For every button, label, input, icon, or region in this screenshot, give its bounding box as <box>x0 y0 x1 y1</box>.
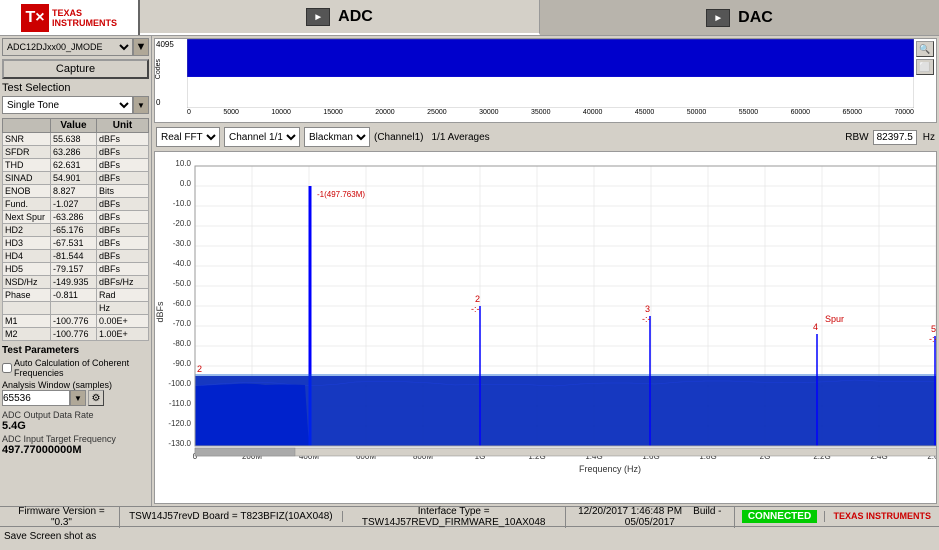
fft-type-select[interactable]: Real FFT <box>156 127 220 147</box>
device-dropdown-arrow[interactable]: ▼ <box>133 38 149 56</box>
auto-calc-checkbox[interactable] <box>2 363 12 373</box>
top-chart-yaxis: 4095 Codes 0 <box>155 39 187 108</box>
hd3-dash: -:- <box>642 314 651 324</box>
col-unit-header: Unit <box>97 119 149 133</box>
zoom-in-icon[interactable]: 🔍 <box>916 41 934 57</box>
hd3-annotation: 3 <box>645 304 650 314</box>
window-samples-label: Analysis Window (samples) <box>2 380 149 390</box>
metric-row: Phase-0.811Rad <box>3 289 149 302</box>
metric-row: NSD/Hz-149.935dBFs/Hz <box>3 276 149 289</box>
fundamental-annotation: -1(497.763M) <box>317 190 365 199</box>
connection-status: CONNECTED <box>735 511 825 522</box>
ti-logo: T× TEXAS INSTRUMENTS <box>0 0 140 35</box>
averages-label: 1/1 Averages <box>431 132 489 143</box>
svg-text:-50.0: -50.0 <box>173 279 192 288</box>
top-chart-plot <box>187 39 914 108</box>
metric-row: THD62.631dBFs <box>3 159 149 172</box>
hd2-dash1: -:- <box>471 304 480 314</box>
col-name-header <box>3 119 51 133</box>
metric-row: HD2-65.176dBFs <box>3 224 149 237</box>
test-params-title: Test Parameters <box>2 345 149 356</box>
data-rate-value: 5.4G <box>2 420 149 432</box>
channel-label: (Channel1) <box>374 132 423 143</box>
svg-text:-60.0: -60.0 <box>173 299 192 308</box>
tab-adc[interactable]: ▶ ADC <box>140 0 540 35</box>
interface-status: Interface Type = TSW14J57REVD_FIRMWARE_1… <box>343 506 566 528</box>
metrics-table: Value Unit SNR55.638dBFsSFDR63.286dBFsTH… <box>2 118 149 341</box>
hd4-annotation: 4 <box>813 322 818 332</box>
hd5-annotation: 5 <box>931 324 936 334</box>
test-type-arrow[interactable]: ▼ <box>133 96 149 114</box>
status-ti-logo: TEXAS INSTRUMENTS <box>825 511 935 522</box>
svg-text:-120.0: -120.0 <box>168 419 191 428</box>
auto-calc: Auto Calculation of Coherent Frequencies <box>2 358 149 378</box>
svg-text:-80.0: -80.0 <box>173 339 192 348</box>
metric-row: HD3-67.531dBFs <box>3 237 149 250</box>
metric-row: SNR55.638dBFs <box>3 133 149 146</box>
tab-dac[interactable]: ▶ DAC <box>540 0 939 35</box>
spectrum-svg: 10.0 0.0 -10.0 -20.0 -30.0 -40.0 -50.0 -… <box>155 152 936 503</box>
metric-row: SFDR63.286dBFs <box>3 146 149 159</box>
test-selection-label: Test Selection <box>2 82 149 94</box>
svg-text:-90.0: -90.0 <box>173 359 192 368</box>
svg-text:-100.0: -100.0 <box>168 379 191 388</box>
channel-select[interactable]: Channel 1/1 <box>224 127 300 147</box>
spur-label: Spur <box>825 314 844 324</box>
svg-text:-40.0: -40.0 <box>173 259 192 268</box>
svg-text:-20.0: -20.0 <box>173 219 192 228</box>
spectrum-container: 10.0 0.0 -10.0 -20.0 -30.0 -40.0 -50.0 -… <box>154 151 937 504</box>
test-type-select[interactable]: Single Tone <box>2 96 133 114</box>
capture-button[interactable]: Capture <box>2 59 149 79</box>
top-chart-xaxis: 0500010000150002000025000300003500040000… <box>187 108 914 122</box>
window-samples-arrow[interactable]: ▼ <box>70 390 86 406</box>
board-status: TSW14J57revD Board = T823BFIZ(10AX048) <box>120 511 343 522</box>
save-row: Save Screen shot as <box>0 526 939 546</box>
svg-text:0.0: 0.0 <box>180 179 192 188</box>
datetime-status: 12/20/2017 1:46:48 PM Build - 05/05/2017 <box>566 506 735 528</box>
rbw-value: 82397.5 <box>873 130 917 145</box>
data-rate-label: ADC Output Data Rate <box>2 410 149 420</box>
svg-text:-110.0: -110.0 <box>169 399 192 408</box>
metric-row: M2-100.7761.00E+ <box>3 328 149 341</box>
rbw-unit: Hz <box>923 132 935 143</box>
fit-icon[interactable]: ⬜ <box>916 59 934 75</box>
svg-text:-130.0: -130.0 <box>168 439 191 448</box>
left-harmonic-label: 2 <box>197 364 202 374</box>
status-bar: Firmware Version = "0.3" TSW14J57revD Bo… <box>0 506 939 526</box>
hd5-dash: -:- <box>929 334 936 344</box>
device-select[interactable]: ADC12DJxx00_JMODE <box>2 38 133 56</box>
metric-row: SINAD54.901dBFs <box>3 172 149 185</box>
metric-row: M1-100.7760.00E+ <box>3 315 149 328</box>
window-samples-input[interactable] <box>2 390 70 406</box>
gear-icon[interactable]: ⚙ <box>88 390 104 406</box>
svg-text:10.0: 10.0 <box>175 159 191 168</box>
metric-row: Next Spur-63.286dBFs <box>3 211 149 224</box>
top-chart-icons: 🔍 ⬜ <box>916 41 934 75</box>
metric-row: HD5-79.157dBFs <box>3 263 149 276</box>
adc-icon: ▶ <box>306 8 330 26</box>
device-row: ADC12DJxx00_JMODE ▼ <box>2 38 149 56</box>
metric-row: HD4-81.544dBFs <box>3 250 149 263</box>
svg-text:-10.0: -10.0 <box>173 199 192 208</box>
col-value-header: Value <box>51 119 97 133</box>
firmware-status: Firmware Version = "0.3" <box>4 506 120 528</box>
metric-row: Fund.-1.027dBFs <box>3 198 149 211</box>
svg-text:-70.0: -70.0 <box>173 319 192 328</box>
dac-icon: ▶ <box>706 9 730 27</box>
toolbar-row: Real FFT Channel 1/1 Blackman (Channel1)… <box>152 125 939 149</box>
target-freq-value: 497.77000000M <box>2 444 149 456</box>
window-func-select[interactable]: Blackman <box>304 127 370 147</box>
svg-text:-30.0: -30.0 <box>173 239 192 248</box>
y-axis-title: dBFs <box>155 301 165 323</box>
metric-row: ENOB8.827Bits <box>3 185 149 198</box>
x-axis-title: Frequency (Hz) <box>579 464 641 474</box>
target-freq-label: ADC Input Target Frequency <box>2 434 149 444</box>
rbw-label: RBW <box>845 132 868 143</box>
hd2-annotation: 2 <box>475 294 480 304</box>
metric-row: Hz <box>3 302 149 315</box>
